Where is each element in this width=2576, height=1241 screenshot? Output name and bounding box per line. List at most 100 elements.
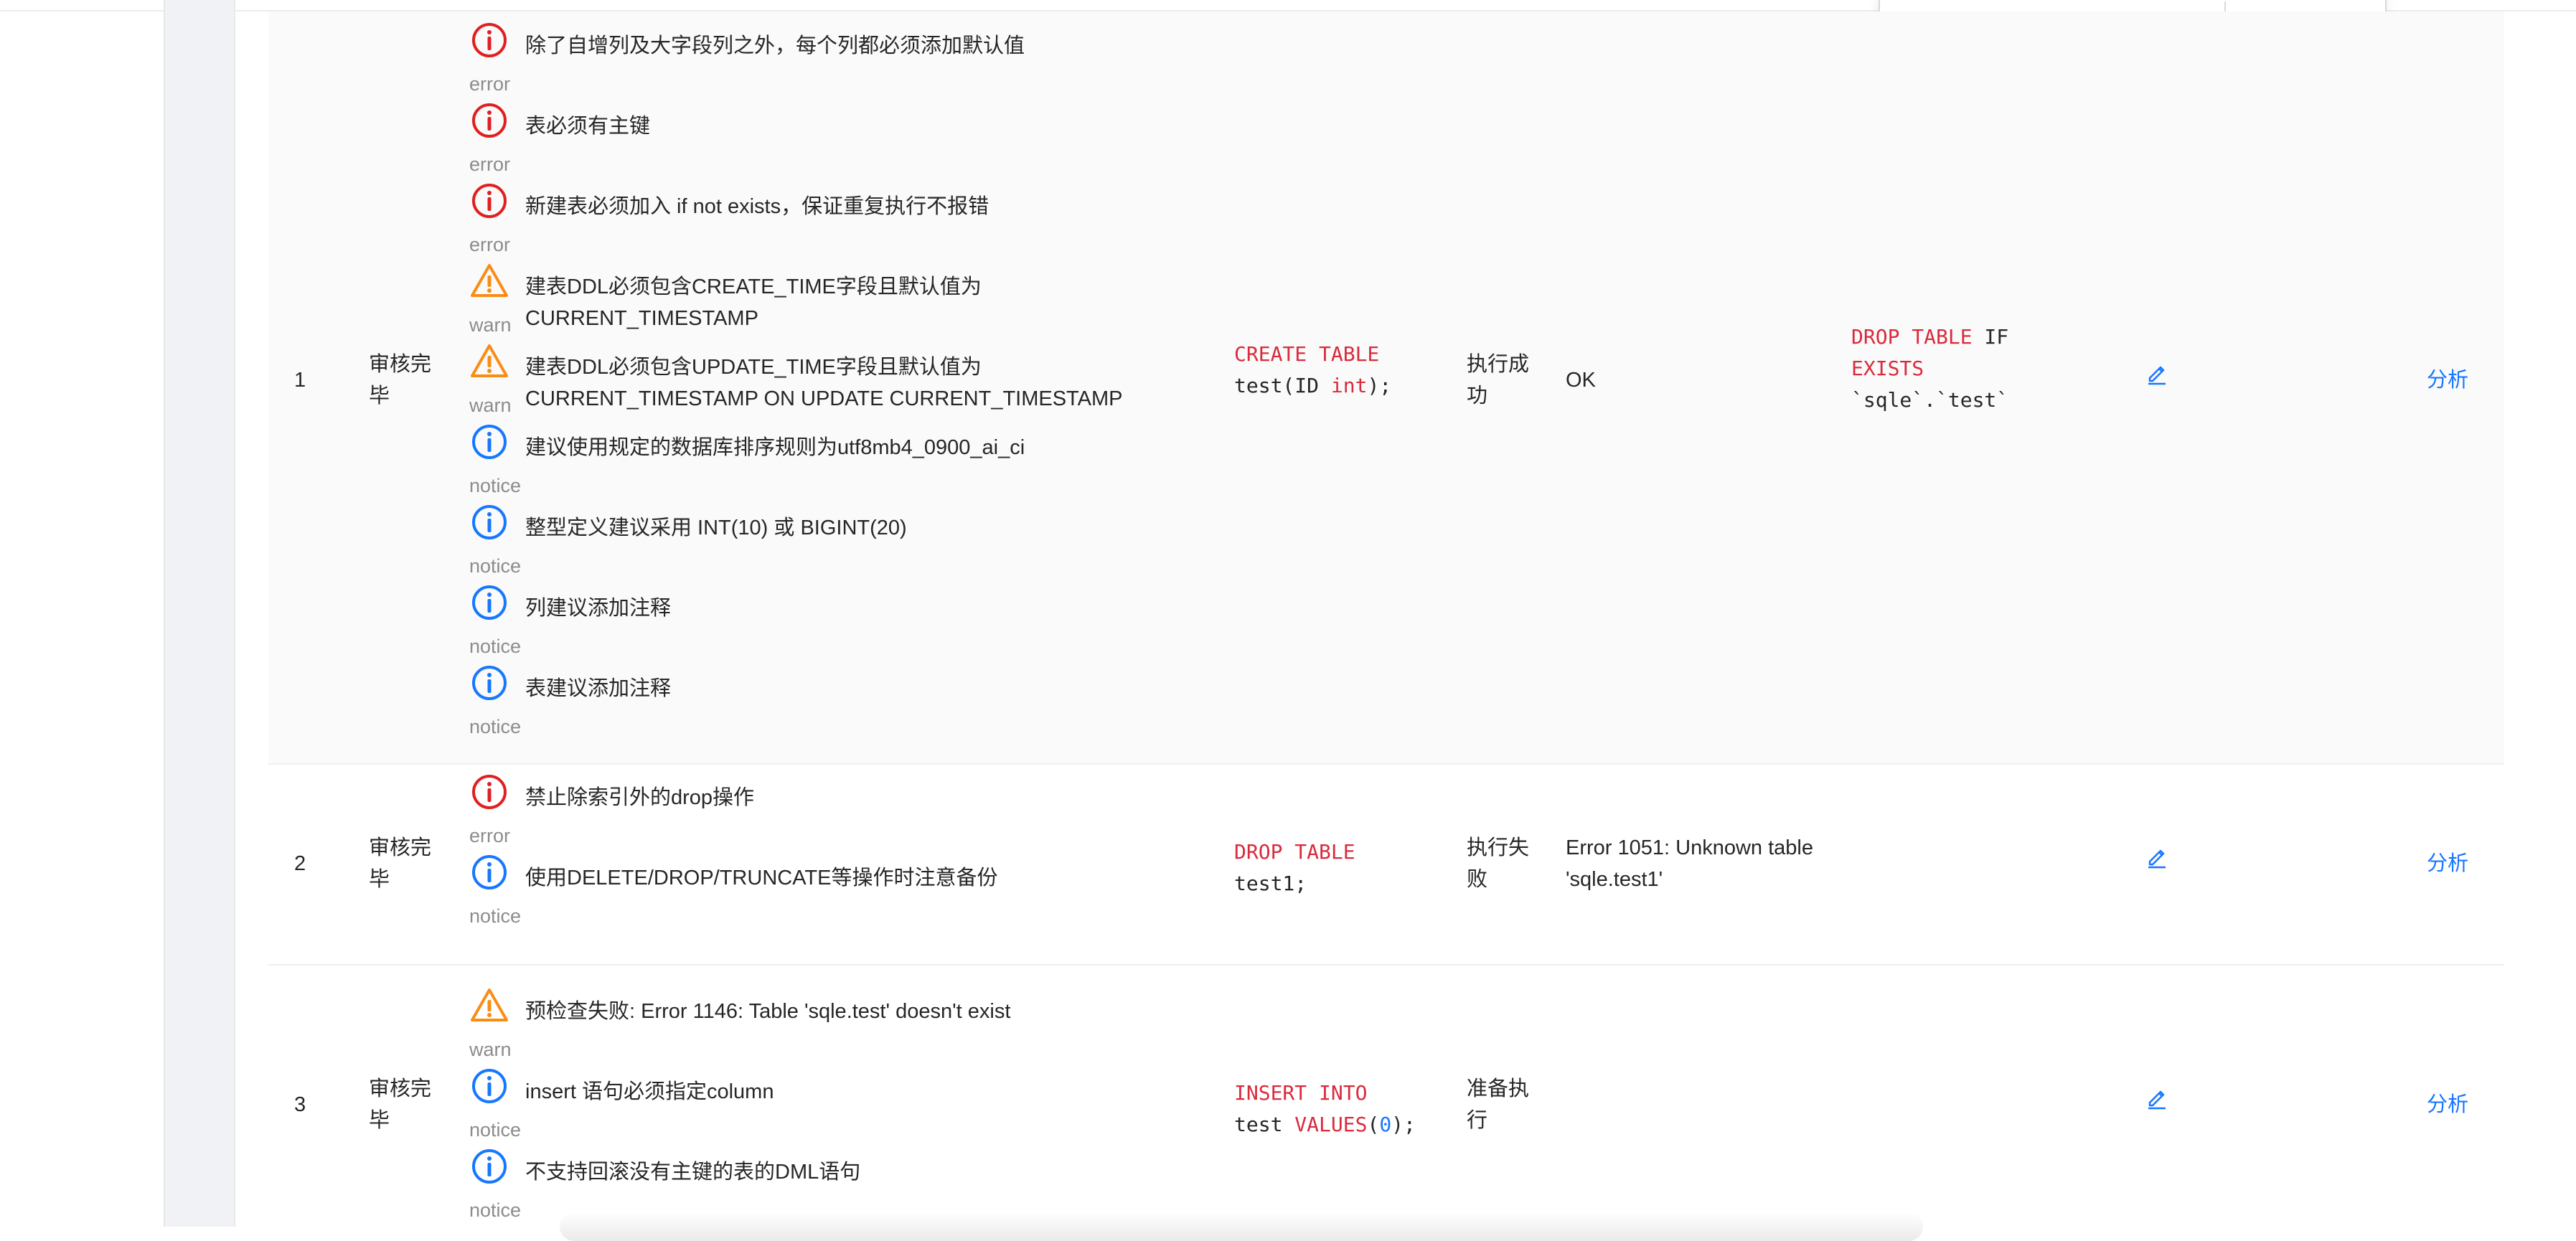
- table-row: 2 审核完毕 禁止除索引外的drop操作 error 使用DELETE/DROP…: [268, 763, 2504, 966]
- audit-level: error: [469, 154, 511, 175]
- sql-statement: INSERT INTO test VALUES(0);: [1234, 1077, 1471, 1141]
- info-circle-icon: [472, 585, 507, 620]
- audit-message: 建表DDL必须包含UPDATE_TIME字段且默认值为 CURRENT_TIME…: [525, 356, 1123, 410]
- info-circle-icon: [472, 1069, 507, 1103]
- table-row: 3 审核完毕 预检查失败: Error 1146: Table 'sqle.te…: [268, 964, 2504, 1237]
- audit-result-item: 建表DDL必须包含UPDATE_TIME字段且默认值为 CURRENT_TIME…: [469, 341, 1187, 422]
- audit-message: 使用DELETE/DROP/TRUNCATE等操作时注意备份: [525, 867, 998, 890]
- audit-message: 不支持回滚没有主键的表的DML语句: [525, 1161, 861, 1184]
- sql-keyword: VALUES: [1294, 1113, 1368, 1136]
- audit-level: notice: [469, 1119, 522, 1141]
- sql-text: );: [1367, 374, 1392, 397]
- sql-keyword: EXISTS: [1851, 357, 1924, 380]
- audit-message: 整型定义建议采用 INT(10) 或 BIGINT(20): [525, 516, 907, 539]
- warning-triangle-icon: [471, 988, 508, 1021]
- audit-level: warn: [469, 314, 512, 336]
- audit-result-item: 除了自增列及大字段列之外，每个列都必须添加默认值 error: [469, 20, 1187, 100]
- row-index: 2: [294, 852, 306, 875]
- sql-keyword: DROP TABLE: [1851, 325, 1973, 349]
- sql-text: test(ID: [1234, 374, 1331, 397]
- exec-status: 执行成功: [1467, 353, 1530, 407]
- audit-result-item: 建表DDL必须包含CREATE_TIME字段且默认值为 CURRENT_TIME…: [469, 261, 1187, 341]
- info-circle-icon: [472, 1149, 507, 1184]
- audit-result-list: 预检查失败: Error 1146: Table 'sqle.test' doe…: [469, 986, 1187, 1227]
- sql-keyword: INSERT INTO: [1234, 1081, 1368, 1105]
- audit-level: error: [469, 234, 511, 255]
- content-edge: [234, 0, 235, 1227]
- analyze-link[interactable]: 分析: [2427, 364, 2468, 396]
- audit-message: 表必须有主键: [525, 115, 651, 138]
- exec-result: OK: [1566, 369, 1596, 392]
- left-gutter: [164, 0, 235, 1227]
- audit-result-item: 建议使用规定的数据库排序规则为utf8mb4_0900_ai_ci notice: [469, 422, 1187, 502]
- exec-status: 准备执行: [1467, 1077, 1530, 1132]
- audit-message: 除了自增列及大字段列之外，每个列都必须添加默认值: [525, 34, 1025, 57]
- row-index: 1: [294, 369, 306, 392]
- sql-text: (: [1367, 1113, 1380, 1136]
- sql-text: );: [1391, 1113, 1416, 1136]
- sql-statement: CREATE TABLE test(ID int);: [1234, 339, 1471, 402]
- audit-message: insert 语句必须指定column: [525, 1080, 774, 1103]
- sql-text: IF: [1972, 325, 2009, 349]
- audit-level: notice: [469, 905, 522, 927]
- audit-message: 预检查失败: Error 1146: Table 'sqle.test' doe…: [525, 1000, 1011, 1023]
- table-row: 1 审核完毕 除了自增列及大字段列之外，每个列都必须添加默认值 error 表必…: [268, 11, 2504, 765]
- sql-keyword: DROP TABLE: [1234, 840, 1355, 864]
- warning-triangle-icon: [471, 344, 508, 377]
- audit-message: 建议使用规定的数据库排序规则为utf8mb4_0900_ai_ci: [525, 436, 1025, 459]
- audit-result-item: 表建议添加注释 notice: [469, 663, 1187, 743]
- audit-level: warn: [469, 395, 512, 416]
- warning-triangle-icon: [471, 264, 508, 297]
- audit-message: 建表DDL必须包含CREATE_TIME字段且默认值为 CURRENT_TIME…: [525, 275, 982, 330]
- audit-status: 审核完毕: [369, 1077, 432, 1132]
- sql-text: test: [1234, 1113, 1295, 1136]
- audit-message: 禁止除索引外的drop操作: [525, 786, 755, 809]
- error-circle-icon: [472, 775, 507, 809]
- audit-result-item: 禁止除索引外的drop操作 error: [469, 772, 1187, 852]
- sql-keyword: CREATE TABLE: [1234, 342, 1380, 366]
- audit-level: notice: [469, 1199, 522, 1221]
- audit-level: error: [469, 73, 511, 95]
- audit-message: 表建议添加注释: [525, 677, 672, 700]
- analyze-link[interactable]: 分析: [2427, 848, 2468, 879]
- audit-result-item: 使用DELETE/DROP/TRUNCATE等操作时注意备份 notice: [469, 852, 1187, 933]
- sql-text: `sqle`.`test`: [1851, 388, 2009, 412]
- exec-result: Error 1051: Unknown table 'sqle.test1': [1566, 836, 1813, 891]
- info-circle-icon: [472, 855, 507, 890]
- analyze-link[interactable]: 分析: [2427, 1089, 2468, 1120]
- audit-level: notice: [469, 636, 522, 657]
- audit-message: 列建议添加注释: [525, 597, 672, 620]
- audit-result-item: 整型定义建议采用 INT(10) 或 BIGINT(20) notice: [469, 502, 1187, 582]
- scroll-shadow: [560, 1212, 1923, 1241]
- audit-result-item: 预检查失败: Error 1146: Table 'sqle.test' doe…: [469, 986, 1187, 1066]
- audit-result-item: 新建表必须加入 if not exists，保证重复执行不报错 error: [469, 181, 1187, 261]
- audit-message: 新建表必须加入 if not exists，保证重复执行不报错: [525, 195, 989, 218]
- info-circle-icon: [472, 666, 507, 700]
- edit-icon[interactable]: [2143, 842, 2171, 871]
- error-circle-icon: [472, 184, 507, 218]
- rollback-sql: DROP TABLE IF EXISTS `sqle`.`test`: [1851, 321, 2088, 416]
- info-circle-icon: [472, 505, 507, 539]
- audit-level: notice: [469, 555, 522, 577]
- audit-result-item: 表必须有主键 error: [469, 100, 1187, 181]
- error-circle-icon: [472, 23, 507, 57]
- audit-result-item: insert 语句必须指定column notice: [469, 1066, 1187, 1146]
- info-circle-icon: [472, 425, 507, 459]
- sql-statement: DROP TABLE test1;: [1234, 836, 1471, 900]
- edit-icon[interactable]: [2143, 1083, 2171, 1112]
- row-index: 3: [294, 1093, 306, 1116]
- audit-level: error: [469, 825, 511, 846]
- audit-level: notice: [469, 716, 522, 737]
- audit-status: 审核完毕: [369, 836, 432, 891]
- audit-result-list: 禁止除索引外的drop操作 error 使用DELETE/DROP/TRUNCA…: [469, 772, 1187, 933]
- audit-status: 审核完毕: [369, 353, 432, 407]
- audit-level: notice: [469, 475, 522, 496]
- audit-result-item: 列建议添加注释 notice: [469, 582, 1187, 663]
- edit-icon[interactable]: [2143, 359, 2171, 387]
- audit-level: warn: [469, 1039, 512, 1060]
- sql-number: 0: [1379, 1113, 1392, 1136]
- error-circle-icon: [472, 103, 507, 138]
- sql-text: test1;: [1234, 872, 1307, 895]
- audit-result-list: 除了自增列及大字段列之外，每个列都必须添加默认值 error 表必须有主键 er…: [469, 20, 1187, 743]
- exec-status: 执行失败: [1467, 836, 1530, 891]
